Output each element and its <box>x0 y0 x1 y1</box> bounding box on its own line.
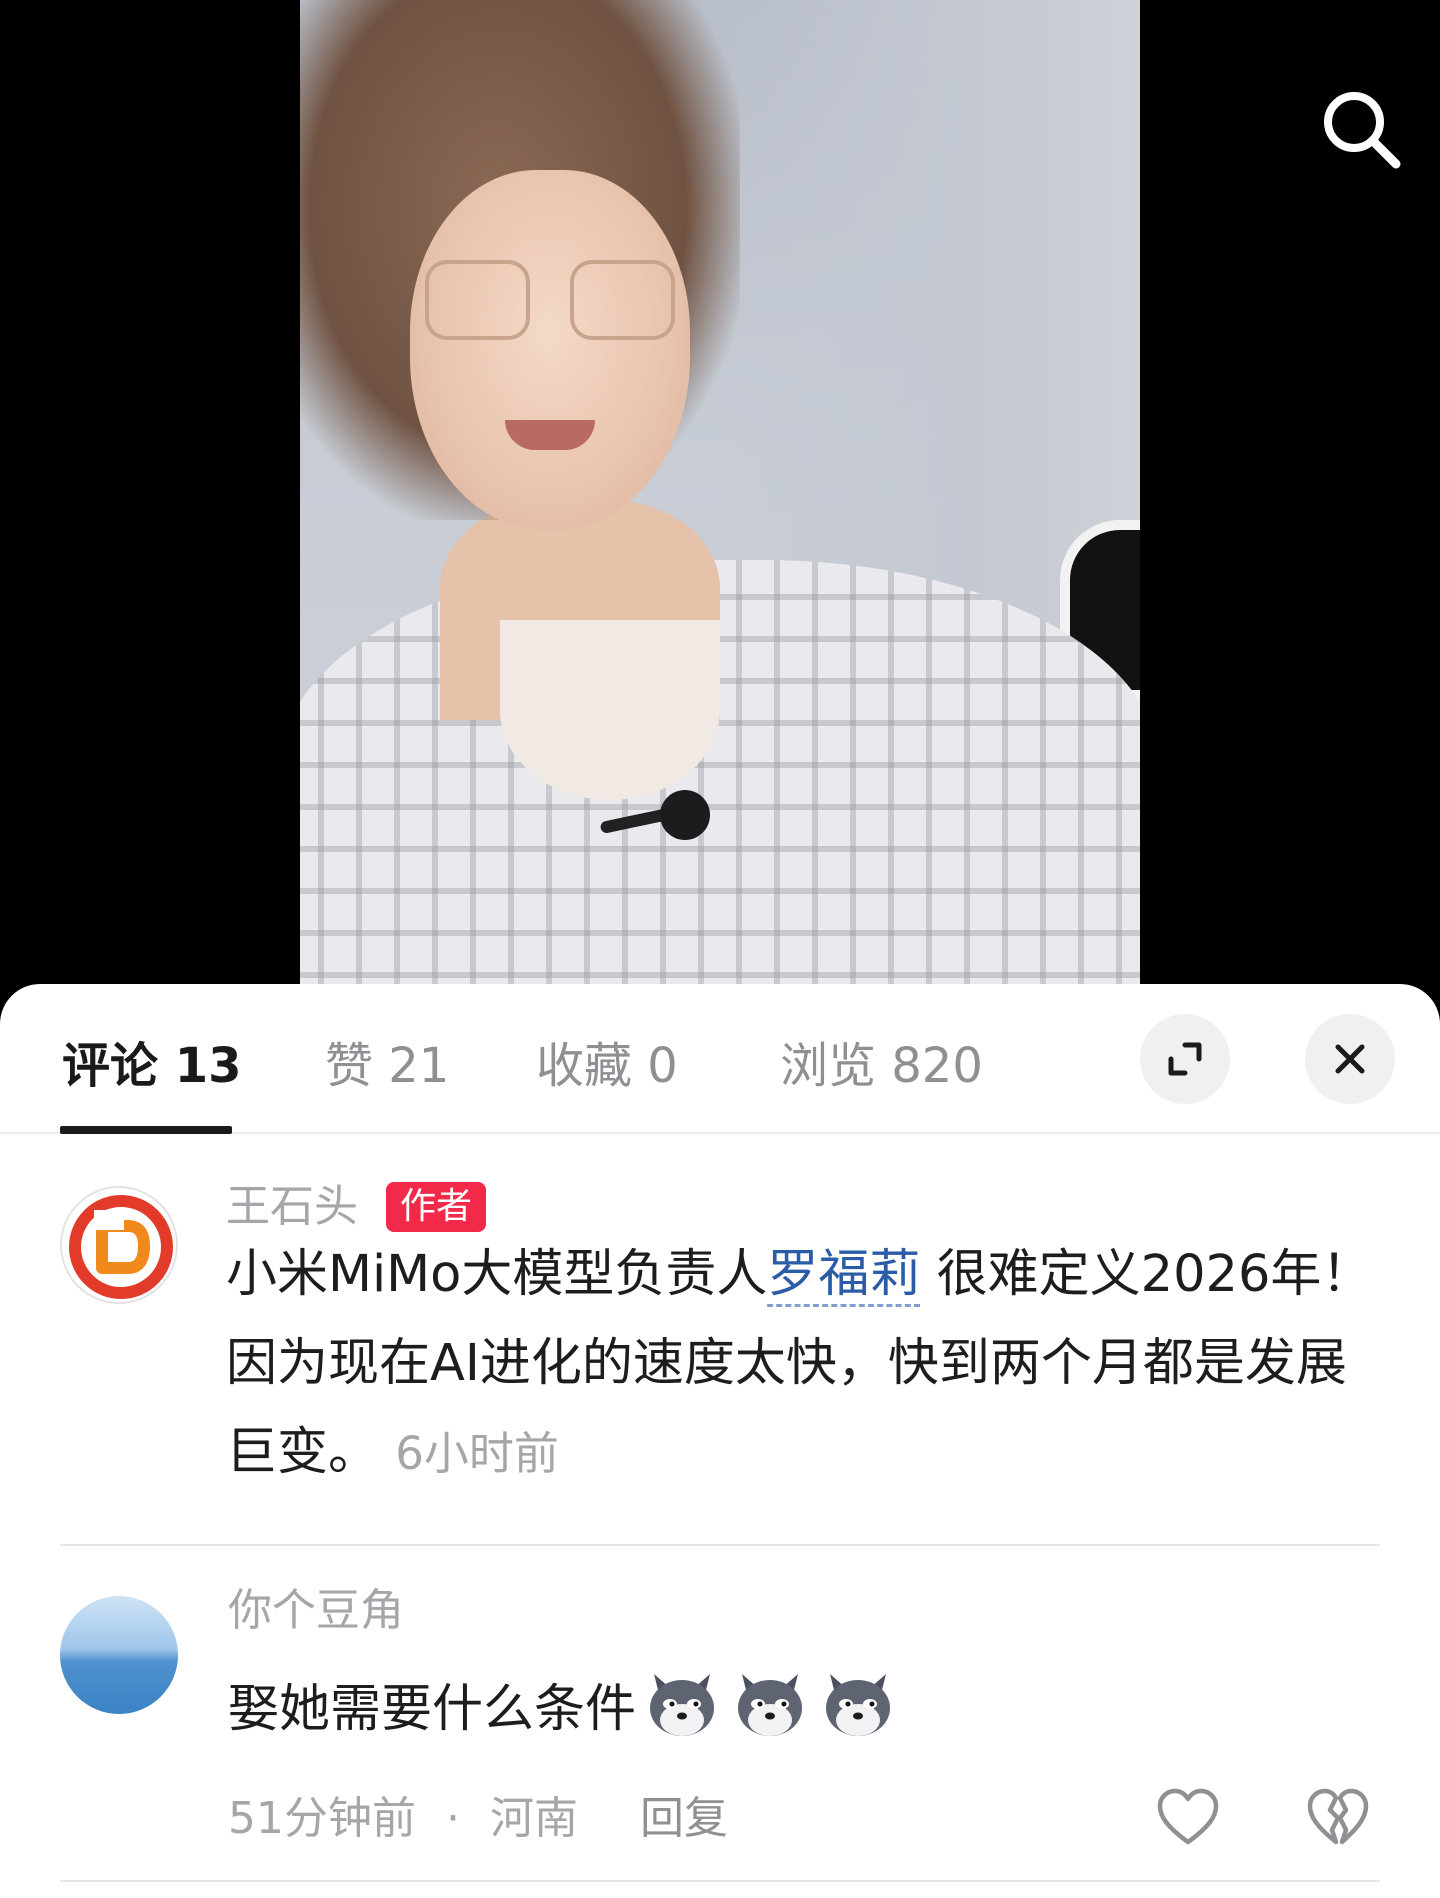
tab-bar: 评论 13 赞 21 收藏 0 浏览 820 <box>0 984 1440 1134</box>
screen: 评论 13 赞 21 收藏 0 浏览 820 王石头 作者 小米MiMo大模型负… <box>0 0 1440 1898</box>
comment-time: 51分钟前 <box>228 1793 416 1844</box>
comment-sheet: 评论 13 赞 21 收藏 0 浏览 820 王石头 作者 小米MiMo大模型负… <box>0 984 1440 1898</box>
doge-wolf-emoji-icon <box>826 1674 891 1736</box>
search-icon <box>1324 92 1401 169</box>
close-icon <box>1335 1044 1365 1074</box>
video-player[interactable] <box>300 0 1140 1000</box>
tab-comments[interactable]: 评论 13 <box>62 1036 242 1096</box>
video-face <box>410 170 690 530</box>
meta-separator: · <box>446 1793 460 1844</box>
video-collar <box>500 620 720 800</box>
comment-divider <box>60 1544 1380 1546</box>
comment-meta: 51分钟前 · 河南 <box>228 1792 578 1846</box>
expand-button[interactable] <box>1140 1014 1230 1104</box>
tab-likes[interactable]: 赞 21 <box>325 1036 449 1096</box>
expand-icon <box>1168 1042 1202 1076</box>
close-button[interactable] <box>1305 1014 1395 1104</box>
reply-button[interactable]: 回复 <box>640 1792 728 1846</box>
avatar[interactable] <box>60 1596 178 1714</box>
mention-link[interactable]: 罗福莉 <box>767 1245 921 1307</box>
author-badge: 作者 <box>386 1182 487 1232</box>
comment-divider <box>60 1880 1380 1882</box>
comment-time: 6小时前 <box>395 1427 559 1480</box>
video-shirt <box>300 560 1140 1000</box>
tab-views[interactable]: 浏览 820 <box>780 1036 983 1096</box>
comment-username[interactable]: 王石头 <box>226 1180 358 1234</box>
doge-wolf-emoji-icon <box>738 1674 803 1736</box>
comment-text: 娶她需要什么条件 <box>228 1660 1378 1754</box>
tab-active-indicator <box>60 1126 232 1134</box>
heart-icon <box>1157 1788 1219 1845</box>
video-glasses <box>425 260 675 350</box>
comment-username[interactable]: 你个豆角 <box>228 1584 404 1638</box>
comment-location: 河南 <box>490 1793 578 1844</box>
tab-favorites[interactable]: 收藏 0 <box>536 1036 678 1096</box>
comment-text: 小米MiMo大模型负责人罗福莉 很难定义2026年！因为现在AI进化的速度太快，… <box>226 1230 1376 1498</box>
avatar[interactable] <box>60 1186 178 1304</box>
broken-heart-icon <box>1307 1788 1369 1845</box>
doge-wolf-emoji-icon <box>650 1674 715 1736</box>
dislike-button[interactable] <box>1306 1786 1370 1850</box>
avatar-logo-icon <box>69 1195 173 1299</box>
video-mic <box>660 790 710 840</box>
search-button[interactable] <box>1316 84 1406 174</box>
comment-text-body: 娶她需要什么条件 <box>228 1680 637 1739</box>
comment-text-body: 小米MiMo大模型负责人 <box>226 1245 768 1304</box>
like-button[interactable] <box>1156 1786 1220 1850</box>
